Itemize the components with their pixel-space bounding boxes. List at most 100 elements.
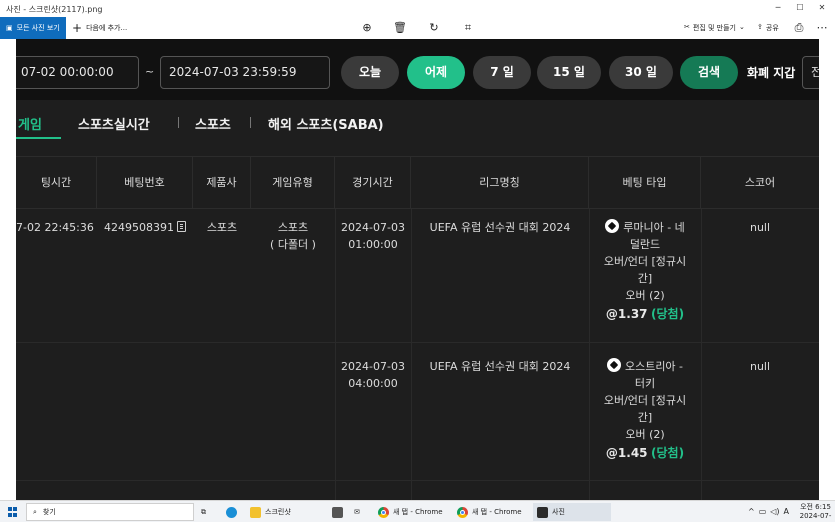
volume-icon[interactable]: ◁) (770, 507, 779, 516)
result-badge: (당첨) (651, 307, 685, 321)
crop-icon[interactable]: ⌗ (461, 21, 475, 35)
start-icon[interactable] (8, 507, 18, 517)
delete-icon[interactable]: 🗑 (393, 21, 407, 35)
currency-label: 화폐 지갑 (747, 66, 796, 80)
taskbar-app-screenshots[interactable]: 스크린샷 (246, 503, 324, 521)
match-time-cell: 2024-07-03 01:00:00 (335, 219, 411, 253)
network-icon[interactable]: ▭ (759, 507, 767, 516)
taskbar-app-photos[interactable]: 사진 (533, 503, 611, 521)
system-clock[interactable]: 오전 6:15 2024-07-03 (796, 503, 835, 522)
odds: @1.37 (605, 307, 648, 321)
header-bet-number: 베팅번호 (97, 157, 193, 208)
add-to-label: 다음에 추가... (86, 24, 128, 32)
match-teams-cont: 터키 (634, 377, 656, 390)
currency-select[interactable]: 전 (802, 56, 819, 89)
clock-date: 2024-07-03 (799, 512, 832, 522)
taskbar-app-label: 스크린샷 (265, 508, 291, 516)
photos-toolbar: ▣ 모든 사진 보기 + 다음에 추가... ⊕ 🗑 ↻ ⌗ ✂ 편집 및 만들… (0, 17, 835, 39)
print-icon[interactable]: ⎙ (792, 21, 806, 35)
header-score: 스코어 (744, 176, 776, 189)
title-bar: 사진 - 스크린샷(2117).png ─ ☐ ✕ (0, 0, 835, 17)
rotate-icon[interactable]: ↻ (427, 21, 441, 35)
vendor-cell: 스포츠 (206, 221, 238, 234)
window-title: 사진 - 스크린샷(2117).png (6, 5, 103, 14)
edge-icon[interactable] (222, 503, 241, 521)
chevron-up-icon[interactable]: ^ (748, 507, 755, 516)
market-name-cont: 간] (637, 411, 653, 424)
share-icon: ⇪ (757, 23, 763, 31)
more-icon[interactable]: ⋯ (815, 21, 829, 35)
bet-number: 4249508391 (104, 221, 174, 234)
share-label: 공유 (765, 24, 779, 32)
task-view-icon[interactable]: ⧉ (197, 503, 210, 521)
match-teams-cont: 덜란드 (629, 238, 661, 251)
match-clock: 04:00:00 (348, 377, 398, 390)
folder-icon (250, 506, 261, 518)
tab-sports-live[interactable]: 스포츠실시간 (78, 114, 150, 133)
15-days-button[interactable]: 15 일 (537, 56, 601, 89)
zoom-in-icon[interactable]: ⊕ (360, 21, 374, 35)
taskbar-search[interactable]: ⌕ 찾기 (26, 503, 194, 521)
maximize-button[interactable]: ☐ (792, 3, 808, 12)
column-divider (701, 209, 702, 500)
header-game-type: 게임유형 (251, 157, 335, 208)
bet-type-cell: 오스트리아 - 터키 오버/언더 [정규시 간] 오버 (2) @1.45 (당… (589, 358, 701, 462)
selection: 오버 (2) (625, 428, 665, 441)
market-name-cont: 간] (637, 272, 653, 285)
photos-app-window: 사진 - 스크린샷(2117).png ─ ☐ ✕ ▣ 모든 사진 보기 + 다… (0, 0, 835, 522)
mail-icon[interactable]: ✉ (350, 503, 364, 521)
market-name: 오버/언더 [정규시 (603, 255, 687, 268)
match-teams: 오스트리아 - (624, 360, 684, 373)
bet-time-cell: 7-02 22:45:36 (16, 221, 94, 234)
row-divider (16, 480, 819, 481)
chrome-icon (378, 506, 389, 518)
screenshot-image: 07-02 00:00:00 ~ 2024-07-03 23:59:59 오늘 … (16, 39, 819, 500)
input-language[interactable]: A (784, 507, 789, 516)
minimize-button[interactable]: ─ (770, 3, 786, 12)
date-from-input[interactable]: 07-02 00:00:00 (16, 56, 139, 89)
system-tray: ^ ▭ ◁) A (748, 507, 789, 516)
tab-bar: 게임 스포츠실시간 스포츠 해외 스포츠(SABA) (16, 100, 819, 142)
market-name: 오버/언더 [정규시 (603, 394, 687, 407)
bet-number-cell: 4249508391 (104, 219, 186, 236)
filter-bar: 07-02 00:00:00 ~ 2024-07-03 23:59:59 오늘 … (16, 39, 819, 100)
copy-icon[interactable] (177, 221, 186, 232)
taskbar-app-label: 새 탭 - Chrome (472, 508, 522, 516)
plus-icon: + (72, 21, 83, 35)
game-type-multi: ( 다폴더 ) (270, 238, 316, 251)
date-to-input[interactable]: 2024-07-03 23:59:59 (160, 56, 330, 89)
search-button[interactable]: 검색 (680, 56, 738, 89)
taskbar-app-chrome-2[interactable]: 새 탭 - Chrome (453, 503, 529, 521)
match-clock: 01:00:00 (348, 238, 398, 251)
all-photos-button[interactable]: ▣ 모든 사진 보기 (0, 17, 66, 39)
header-bet-type: 베팅 타입 (589, 157, 701, 208)
match-date: 2024-07-03 (341, 221, 405, 234)
share-button[interactable]: ⇪ 공유 (757, 23, 779, 33)
edit-create-button[interactable]: ✂ 편집 및 만들기 ⌄ (684, 23, 745, 33)
chrome-icon (457, 506, 468, 518)
taskbar-app-chrome-1[interactable]: 새 탭 - Chrome (374, 503, 450, 521)
result-badge: (당첨) (651, 446, 685, 460)
yesterday-button[interactable]: 어제 (407, 56, 465, 89)
header-league: 리그명칭 (411, 157, 589, 208)
tab-saba[interactable]: 해외 스포츠(SABA) (268, 114, 384, 133)
game-type: 스포츠 (277, 221, 309, 234)
leg-divider (16, 342, 819, 343)
header-vendor: 제품사 (193, 157, 251, 208)
selection: 오버 (2) (625, 289, 665, 302)
match-time-cell: 2024-07-03 04:00:00 (335, 358, 411, 392)
edit-icon: ✂ (684, 23, 690, 31)
tab-game[interactable]: 게임 (18, 114, 42, 133)
30-days-button[interactable]: 30 일 (609, 56, 673, 89)
today-button[interactable]: 오늘 (341, 56, 399, 89)
store-icon[interactable] (328, 503, 347, 521)
7-days-button[interactable]: 7 일 (473, 56, 531, 89)
taskbar-search-label: 찾기 (42, 508, 56, 516)
add-to-button[interactable]: + 다음에 추가... (72, 21, 128, 35)
close-button[interactable]: ✕ (814, 3, 830, 12)
active-tab-indicator (16, 137, 61, 139)
tab-sports[interactable]: 스포츠 (195, 114, 231, 133)
search-icon: ⌕ (33, 507, 37, 516)
league-cell: UEFA 유럽 선수권 대회 2024 (429, 360, 571, 373)
soccer-ball-icon (605, 219, 620, 233)
